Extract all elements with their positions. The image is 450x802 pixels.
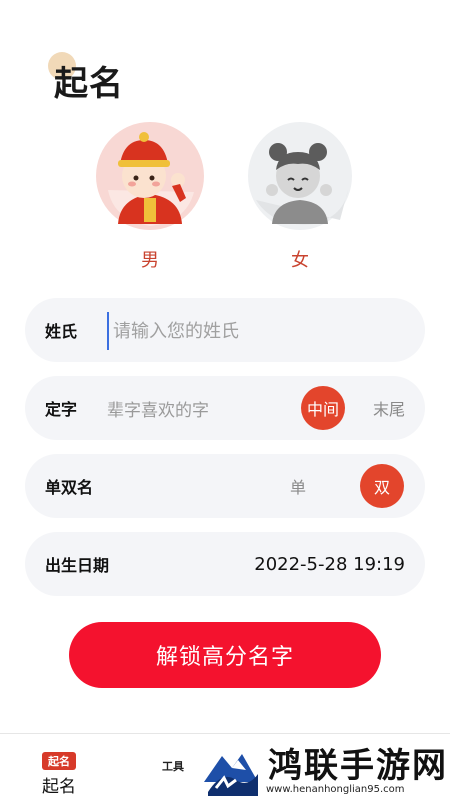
- fixed-char-hint[interactable]: 辈字喜欢的字: [107, 396, 209, 421]
- watermark-logo-icon: [202, 740, 260, 798]
- name-length-row: 单双名 单 双: [25, 454, 425, 518]
- birth-date-label: 出生日期: [45, 556, 110, 575]
- birth-date-row[interactable]: 出生日期 2022-5-28 19:19: [25, 532, 425, 596]
- tab-naming[interactable]: 起名 起名: [36, 750, 82, 797]
- double-name-button[interactable]: 双: [360, 464, 404, 508]
- surname-row: 姓氏: [25, 298, 425, 362]
- boy-avatar-icon: [94, 120, 206, 232]
- fixed-char-label: 定字: [45, 400, 78, 419]
- position-middle-button[interactable]: 中间: [301, 386, 345, 430]
- page-title-area: 起名: [48, 50, 168, 110]
- tab-tools[interactable]: 工具: [162, 758, 184, 774]
- surname-input[interactable]: [107, 312, 415, 350]
- watermark-url: www.henanhonglian95.com: [266, 784, 405, 795]
- girl-avatar-icon: [244, 120, 356, 232]
- birth-date-value[interactable]: 2022-5-28 19:19: [254, 554, 405, 575]
- unlock-names-button[interactable]: 解锁高分名字: [69, 622, 381, 688]
- gender-option-female[interactable]: 女: [244, 120, 356, 272]
- gender-label-male: 男: [141, 250, 159, 271]
- name-length-label: 单双名: [45, 478, 94, 497]
- tab-naming-icon: 起名: [42, 752, 76, 770]
- page-title: 起名: [54, 64, 124, 104]
- fixed-char-row: 定字 辈字喜欢的字 中间 末尾: [25, 376, 425, 440]
- gender-label-female: 女: [291, 250, 309, 271]
- single-name-button[interactable]: 单: [276, 464, 320, 508]
- position-end-button[interactable]: 末尾: [359, 386, 419, 430]
- surname-label: 姓氏: [45, 322, 78, 341]
- watermark: 鸿联手游网 www.henanhonglian95.com: [202, 740, 448, 798]
- watermark-title: 鸿联手游网: [268, 746, 448, 786]
- gender-option-male[interactable]: 男: [94, 120, 206, 272]
- tab-naming-label: 起名: [42, 777, 76, 797]
